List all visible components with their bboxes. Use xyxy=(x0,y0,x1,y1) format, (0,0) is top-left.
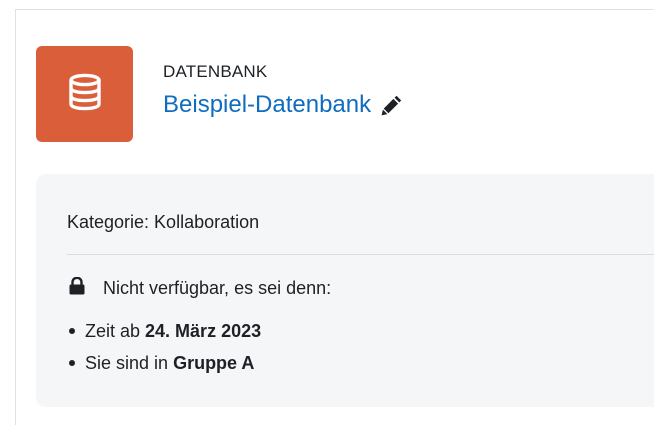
bullet xyxy=(69,360,75,366)
lock-icon xyxy=(69,276,85,300)
category-label: Kategorie: Kollaboration xyxy=(67,212,260,232)
activity-title-link[interactable]: Beispiel-Datenbank xyxy=(163,90,371,120)
condition-value: 24. März 2023 xyxy=(145,321,262,341)
activity-text: DATENBANK Beispiel-Datenbank xyxy=(163,62,403,120)
activity-icon-tile xyxy=(36,46,133,142)
condition-prefix: Zeit ab xyxy=(85,321,141,341)
condition-value: Gruppe A xyxy=(173,353,255,373)
activity-info-card: Kategorie: Kollaboration Nicht verfügbar… xyxy=(36,174,654,407)
database-icon xyxy=(67,73,103,116)
divider xyxy=(67,254,654,255)
activity-type-label: DATENBANK xyxy=(163,62,268,81)
restriction-header: Nicht verfügbar, es sei denn: xyxy=(69,276,332,300)
bullet xyxy=(69,328,75,334)
restriction-title: Nicht verfügbar, es sei denn: xyxy=(103,278,332,298)
pencil-icon[interactable] xyxy=(381,94,403,116)
activity-title-row: Beispiel-Datenbank xyxy=(163,90,403,120)
condition-prefix: Sie sind in xyxy=(85,353,169,373)
content-frame: DATENBANK Beispiel-Datenbank Kategorie: … xyxy=(15,9,654,425)
list-item: Zeit ab 24. März 2023 xyxy=(69,315,261,347)
restriction-conditions: Zeit ab 24. März 2023 Sie sind in Gruppe… xyxy=(69,315,261,379)
list-item: Sie sind in Gruppe A xyxy=(69,347,261,379)
activity-header: DATENBANK Beispiel-Datenbank xyxy=(36,46,403,142)
